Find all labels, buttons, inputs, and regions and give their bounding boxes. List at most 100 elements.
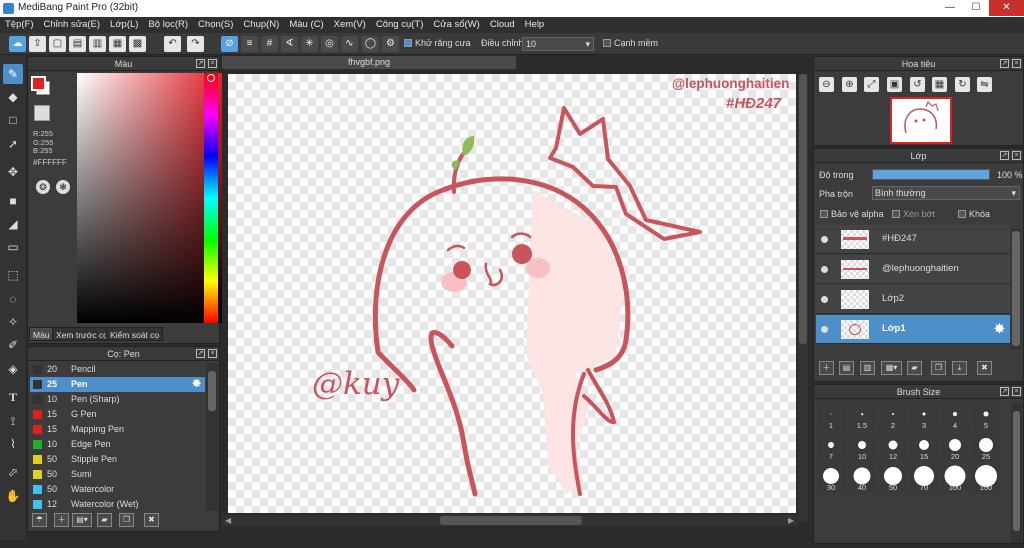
cloud-icon[interactable]: ☁ [9, 36, 26, 52]
ellipse-snap-icon[interactable]: ◯ [362, 36, 379, 52]
hue-handle[interactable] [207, 74, 215, 82]
curve-snap-icon[interactable]: ∿ [341, 36, 358, 52]
eraser-tool-icon[interactable]: ◆ [3, 87, 23, 107]
color-history-icon[interactable]: ❃ [56, 180, 70, 194]
brush-size-cell[interactable]: 3 [910, 403, 938, 431]
zoom-out-icon[interactable]: ⊖ [819, 77, 834, 92]
brush-size-cell[interactable]: 25 [972, 434, 1000, 462]
brush-size-cell[interactable]: 7 [817, 434, 845, 462]
brush-list-scroll-thumb[interactable] [208, 371, 216, 411]
comment-icon[interactable]: ▢ [49, 36, 66, 52]
canvas-horizontal-scrollbar[interactable]: ◀ ▶ [222, 515, 798, 526]
rotate-right-icon[interactable]: ↻ [955, 77, 970, 92]
menu-file[interactable]: Tệp(F) [0, 17, 39, 33]
drawing-canvas[interactable]: @lephuonghaitien #HĐ247 @kuy [228, 74, 796, 513]
page-icon[interactable]: ▥ [89, 36, 106, 52]
brush-size-cell[interactable]: 20 [941, 434, 969, 462]
share-icon[interactable]: ⇪ [29, 36, 46, 52]
lock-checkbox[interactable] [958, 210, 966, 218]
select-pen-tool-icon[interactable]: ✐ [3, 335, 23, 355]
delete-brush-icon[interactable]: ✖ [144, 513, 159, 527]
canvas-horizontal-scroll-thumb[interactable] [440, 516, 582, 525]
fill-shape-tool-icon[interactable]: ■ [3, 191, 23, 211]
brush-settings-gear-icon[interactable]: ✸ [192, 377, 201, 392]
add-layer-icon[interactable]: ＋ [819, 361, 834, 375]
soft-edge-checkbox[interactable] [603, 39, 611, 47]
visibility-eye-icon[interactable] [821, 266, 828, 273]
hue-slider[interactable] [204, 73, 218, 323]
brush-size-scrollbar[interactable] [1011, 403, 1022, 543]
popout-icon[interactable]: ↗ [196, 349, 205, 358]
close-icon[interactable]: × [208, 59, 217, 68]
select-eraser-tool-icon[interactable]: ◈ [3, 359, 23, 379]
brush-row[interactable]: 15 Mapping Pen [30, 422, 205, 437]
circle-snap-icon[interactable]: ◎ [321, 36, 338, 52]
popout-icon[interactable]: ↗ [1000, 151, 1009, 160]
gradient-tool-icon[interactable]: ▭ [3, 237, 23, 257]
navigator-preview[interactable] [890, 97, 952, 144]
close-icon[interactable]: × [1012, 59, 1021, 68]
scroll-right-icon[interactable]: ▶ [788, 516, 794, 525]
brush-row[interactable]: 50 Stipple Pen [30, 452, 205, 467]
brush-size-cell[interactable]: 1.5 [848, 403, 876, 431]
layer-row[interactable]: @lephuonghaitien [816, 255, 1010, 284]
foreground-color-swatch[interactable] [31, 76, 46, 91]
merge-layer-icon[interactable]: ⤓ [952, 361, 967, 375]
clipping-toggle[interactable]: Xén bớt [892, 209, 935, 219]
operation-tool-icon[interactable]: ⬀ [3, 462, 23, 482]
menu-window[interactable]: Cửa sổ(W) [428, 17, 484, 33]
brush-size-cell[interactable]: 15 [910, 434, 938, 462]
no-snap-icon[interactable]: ⊘ [221, 36, 238, 52]
bucket-tool-icon[interactable]: ◢ [3, 214, 23, 234]
tab-color[interactable]: Màu [29, 327, 54, 341]
rect-select-tool-icon[interactable]: ⬚ [3, 265, 23, 285]
menu-filter[interactable]: Bộ lọc(R) [143, 17, 193, 33]
clipping-checkbox[interactable] [892, 210, 900, 218]
grid-snap-icon[interactable]: # [261, 36, 278, 52]
actual-size-icon[interactable]: ▣ [887, 77, 902, 92]
brush-row[interactable]: 25 Pen ✸ [30, 377, 205, 392]
hand-tool-icon[interactable]: ✋ [3, 486, 23, 506]
brush-size-scroll-thumb[interactable] [1013, 411, 1020, 531]
visibility-eye-icon[interactable] [821, 326, 828, 333]
brush-size-cell[interactable]: 40 [848, 465, 876, 493]
brush-row[interactable]: 15 G Pen [30, 407, 205, 422]
radial-snap-icon[interactable]: ✳ [301, 36, 318, 52]
delete-layer-icon[interactable]: ✖ [977, 361, 992, 375]
page-list-icon[interactable]: ▦ [109, 36, 126, 52]
brush-size-cell[interactable]: 1 [817, 403, 845, 431]
layer-row[interactable]: Lớp2 [816, 285, 1010, 314]
lasso-tool-icon[interactable]: ◌ [3, 289, 23, 309]
close-icon[interactable]: × [208, 349, 217, 358]
brush-size-cell[interactable]: 30 [817, 465, 845, 493]
brush-size-cell[interactable]: 70 [910, 465, 938, 493]
zoom-in-icon[interactable]: ⊕ [842, 77, 857, 92]
flip-horizontal-icon[interactable]: ⇋ [977, 77, 992, 92]
magic-wand-tool-icon[interactable]: ✧ [3, 312, 23, 332]
brush-row[interactable]: 20 Pencil [30, 362, 205, 377]
close-icon[interactable]: × [1012, 387, 1021, 396]
layer-row[interactable]: #HĐ247 [816, 225, 1010, 254]
brush-size-cell[interactable]: 5 [972, 403, 1000, 431]
antialias-checkbox[interactable] [404, 39, 412, 47]
minimize-button[interactable]: — [937, 0, 963, 16]
brush-tool-icon[interactable]: ✎ [3, 64, 23, 84]
popout-icon[interactable]: ↗ [1000, 387, 1009, 396]
fit-window-icon[interactable]: ▦ [932, 77, 947, 92]
menu-cloud[interactable]: Cloud [485, 17, 520, 33]
close-icon[interactable]: × [1012, 151, 1021, 160]
copy-brush-icon[interactable]: ❐ [119, 513, 134, 527]
protect-alpha-checkbox[interactable] [820, 210, 828, 218]
maximize-button[interactable]: ☐ [963, 0, 989, 16]
add-brush-dropdown-icon[interactable]: ▤▾ [72, 513, 92, 527]
transparent-color-swatch[interactable] [34, 105, 50, 121]
layer-settings-gear-icon[interactable]: ✸ [994, 321, 1005, 337]
brush-row[interactable]: 50 Watercolor [30, 482, 205, 497]
brush-size-cell[interactable]: 100 [941, 465, 969, 493]
visibility-eye-icon[interactable] [821, 236, 828, 243]
adjust-dropdown[interactable]: 10 ▾ [522, 37, 594, 51]
document-tab[interactable]: fhvgbf.png [222, 56, 516, 69]
add-brush-icon[interactable]: ＋ [54, 513, 69, 527]
open-brush-icon[interactable]: ▰ [97, 513, 112, 527]
add-layer-dropdown-icon[interactable]: ▦▾ [881, 361, 902, 375]
